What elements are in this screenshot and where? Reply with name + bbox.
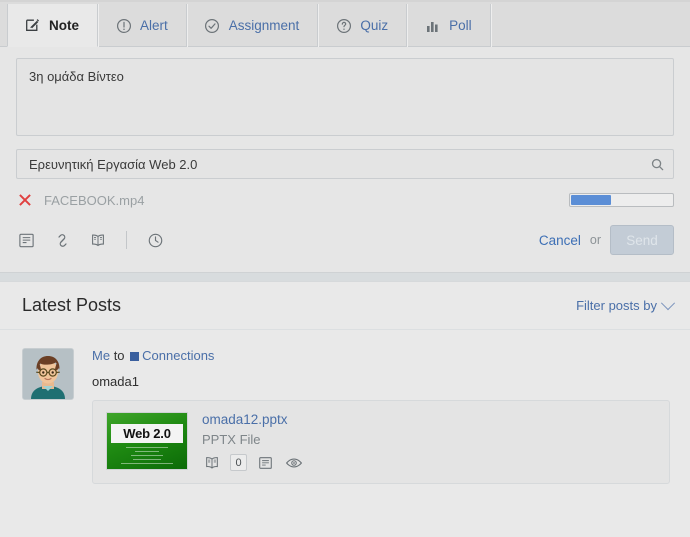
link-icon[interactable] [52,230,72,250]
note-icon[interactable] [256,454,275,472]
tab-label: Note [49,17,79,33]
tab-label: Quiz [360,18,389,33]
question-circle-icon [335,17,352,34]
composer-body: FACEBOOK.mp4 [0,47,690,257]
compose-icon [24,17,41,34]
post-author-link[interactable]: Me [92,348,110,363]
attachment-thumbnail[interactable]: Web 2.0 [106,411,188,470]
alert-circle-icon [115,17,132,34]
page-root: Note Alert Assignment Quiz Poll 3η ομάδα… [0,0,690,537]
eye-icon[interactable] [284,454,303,472]
post-meta: Me to Connections [92,348,670,364]
composer-submit-group: Cancel or Send [539,225,674,255]
bar-chart-icon [424,17,441,34]
tab-poll[interactable]: Poll [407,4,491,47]
latest-posts-panel: Latest Posts Filter posts by Me to Conne… [0,281,690,526]
note-textarea[interactable] [16,58,674,136]
tools-divider [126,231,127,249]
tab-quiz[interactable]: Quiz [318,4,408,47]
post-audience-link[interactable]: Connections [142,348,214,363]
thumbnail-title: Web 2.0 [123,425,171,441]
post-main: Me to Connections omada1 Web 2.0 omada12… [92,348,670,484]
tab-label: Assignment [228,18,300,33]
tabbar-filler [490,4,690,47]
title-row [16,149,674,179]
upload-filename: FACEBOOK.mp4 [44,192,145,208]
upload-progress-fill [571,195,612,205]
composer-tabbar: Note Alert Assignment Quiz Poll [0,0,690,47]
tab-assignment[interactable]: Assignment [186,4,319,47]
chevron-down-icon [660,295,676,310]
composer-tools [16,230,165,250]
note-icon[interactable] [16,230,36,250]
tab-label: Poll [449,18,472,33]
thumbnail-title-band: Web 2.0 [111,423,183,443]
avatar[interactable] [22,348,74,400]
filter-posts-dropdown[interactable]: Filter posts by [576,295,676,313]
posts-header: Latest Posts Filter posts by [0,282,690,330]
upload-row: FACEBOOK.mp4 [16,189,674,211]
cancel-button[interactable]: Cancel [539,233,581,248]
or-label: or [589,233,601,247]
post-to-label: to [113,348,125,363]
attachment-actions: 0 [202,454,303,472]
upload-progress-bar [569,193,674,207]
page-title: Latest Posts [22,295,122,315]
tab-note[interactable]: Note [7,4,98,47]
tab-alert[interactable]: Alert [98,4,187,47]
book-icon[interactable] [202,454,221,472]
check-circle-icon [204,17,221,34]
list-item: Me to Connections omada1 Web 2.0 omada12… [0,330,690,484]
post-body: omada1 [92,373,139,389]
book-icon[interactable] [88,230,108,250]
thumbnail-text-lines [117,446,177,467]
filter-posts-label: Filter posts by [576,298,657,313]
clock-icon[interactable] [145,230,165,250]
attachment-info: omada12.pptx PPTX File 0 [202,412,303,472]
connections-square-icon [130,352,140,361]
attachment-count[interactable]: 0 [230,454,247,472]
attachment-type: PPTX File [202,431,261,447]
search-icon[interactable] [646,154,668,174]
composer-actions: Cancel or Send [16,223,674,257]
remove-x-icon[interactable] [16,191,34,209]
composer-panel: Note Alert Assignment Quiz Poll 3η ομάδα… [0,0,690,273]
title-input[interactable] [16,149,674,179]
send-button[interactable]: Send [610,225,674,255]
panel-gap [0,273,690,281]
tab-label: Alert [140,18,168,33]
attachment-card: Web 2.0 omada12.pptx PPTX File 0 [92,399,670,484]
attachment-name-link[interactable]: omada12.pptx [202,412,288,427]
